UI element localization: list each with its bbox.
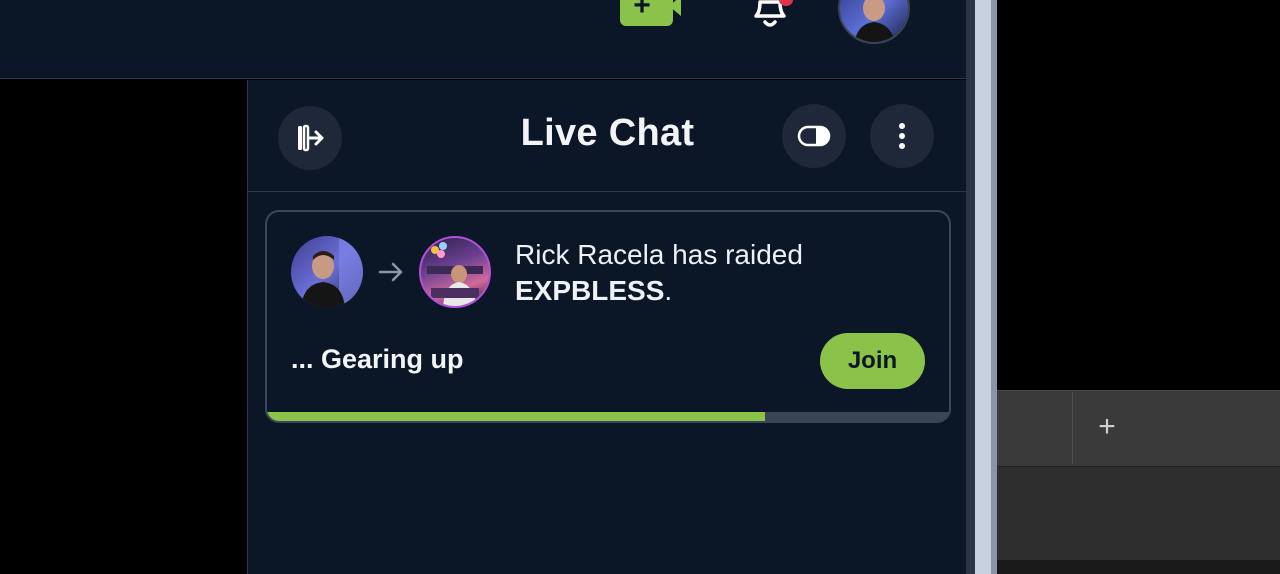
raid-action: has raided [672,239,803,270]
app-root: + Live Chat Rick Racela has raided EXPBL… [0,0,1280,574]
scrollbar-thumb[interactable] [975,0,991,574]
avatar-image [854,0,896,42]
chat-title: Live Chat [520,112,695,154]
target-avatar-image [427,242,483,306]
page-scrollbar-track[interactable] [966,0,975,574]
chat-header: Live Chat [248,80,967,192]
target-channel-avatar[interactable] [419,236,491,308]
new-tab-button[interactable]: + [1090,410,1124,446]
raid-progress-bar [267,412,949,421]
theater-mode-icon [797,125,831,147]
more-options-button[interactable] [870,104,934,168]
raider-avatar[interactable] [291,236,363,308]
raider-avatar-image [301,236,363,308]
create-stream-button[interactable]: + [620,0,681,26]
target-channel-name[interactable]: EXPBLESS [515,275,664,306]
background-window-toolbar [997,466,1280,560]
video-area [0,80,247,574]
tab-divider [1072,392,1073,464]
live-chat-panel: Live Chat Rick Racela has raided EXPBLES… [247,80,967,574]
raid-status: ... Gearing up [291,344,464,374]
background-window-bottom [997,560,1280,574]
join-raid-button[interactable]: Join [820,333,925,389]
vertical-dots-icon [899,123,905,149]
top-nav-bar: + [0,0,966,79]
raid-progress-fill [267,412,765,421]
raid-message: Rick Racela has raided EXPBLESS. [515,237,935,309]
video-plus-icon: + [633,0,651,22]
theater-mode-button[interactable] [782,104,846,168]
raid-notification-card: Rick Racela has raided EXPBLESS. ... Gea… [265,210,951,423]
raider-name[interactable]: Rick Racela [515,239,664,270]
browser-tab-strip [997,390,1280,466]
raid-punctuation: . [664,275,673,306]
arrow-right-icon [378,262,403,282]
user-avatar[interactable] [838,0,910,44]
